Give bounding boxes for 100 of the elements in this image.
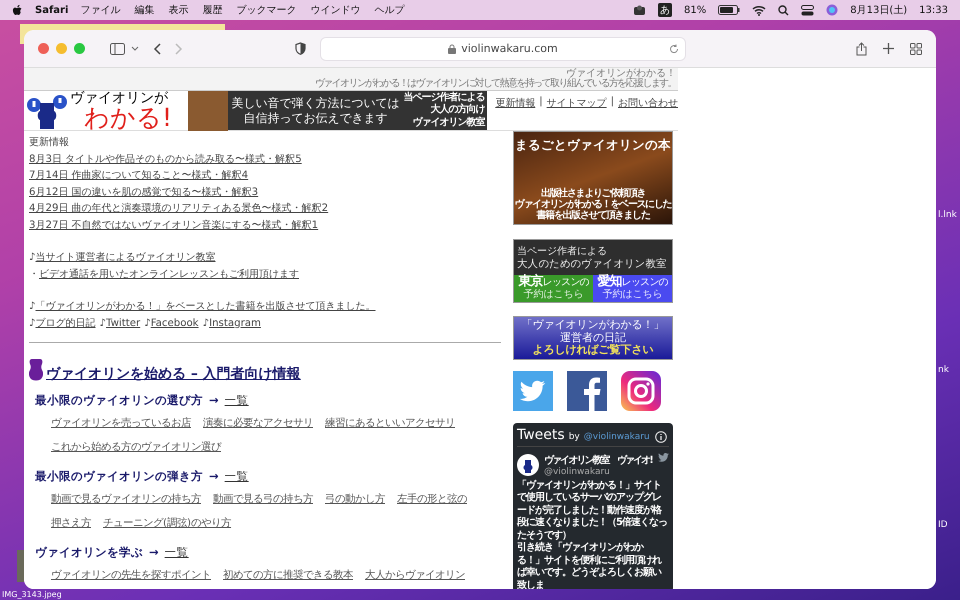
bullet-mark: ♪ xyxy=(29,301,36,312)
header-link[interactable]: サイトマップ xyxy=(546,96,607,110)
file-thumbnail[interactable] xyxy=(17,550,24,582)
header-link[interactable]: お問い合わせ xyxy=(618,96,678,110)
book-caption: ヴァイオリンがわかる！をベースにした xyxy=(514,199,672,210)
notice-link[interactable]: 「ヴァイオリンがわかる！」をベースとした書籍を出版させて頂きました。 xyxy=(36,301,376,312)
notice-link[interactable]: Facebook xyxy=(150,318,199,328)
article-link[interactable]: 押さえ方 xyxy=(51,511,91,535)
close-button[interactable] xyxy=(38,43,49,54)
handle-link[interactable]: @violinwakaru xyxy=(584,432,650,442)
update-link[interactable]: 8月3日 タイトルや作品そのものから読み取る〜様式・解釈5 xyxy=(29,152,501,168)
update-link[interactable]: 6月12日 国の違いを肌の感覚で知る〜様式・解釈3 xyxy=(29,184,501,201)
tweet-text: 「ヴァイオリンがわかる！」サイトで使用しているサーバのアップグレードが完了しました！動作速度が格段に速くなりました！（5倍速くなったそうです） xyxy=(517,480,668,542)
desktop-icon-label[interactable]: l.lnk xyxy=(938,210,957,220)
diary-banner-text: よろしければご覧下さい xyxy=(532,344,654,356)
article-link[interactable]: 左手の形と弦の xyxy=(397,487,467,511)
lesson-heading-text: 当ページ作者による xyxy=(517,246,608,258)
book-title: まるごとヴァイオリンの本 xyxy=(515,137,671,154)
article-link[interactable]: ヴァイオリンの先生を探すポイント xyxy=(51,563,211,587)
update-link[interactable]: 4月29日 曲の年代と演奏環境のリアリティある景色〜様式・解釈2 xyxy=(29,201,501,218)
article-link[interactable]: これから始める方のヴァイオリン選び xyxy=(51,435,221,459)
lesson-booking-button[interactable]: 愛知レッスンの 予約はこちら xyxy=(593,275,672,302)
subsection-title: 最小限のヴァイオリンの選び方 xyxy=(35,393,203,408)
back-icon[interactable] xyxy=(153,42,161,54)
tweet-text: 引き続き「ヴァイオリンがわかる！」サイトを便利にご利用頂ければ幸いです。どうぞよろしくお願い致しま xyxy=(517,542,662,589)
list-link[interactable]: 一覧 xyxy=(164,545,189,560)
twitter-icon[interactable] xyxy=(513,370,553,410)
bird-icon xyxy=(658,452,669,462)
input-mode-indicator[interactable]: あ xyxy=(658,3,672,17)
menu-item[interactable]: ブックマーク xyxy=(236,3,296,17)
article-link[interactable]: 演奏に必要なアクセサリ xyxy=(203,411,313,435)
menu-item[interactable]: 履歴 xyxy=(202,3,222,17)
reload-icon[interactable] xyxy=(669,44,679,54)
app-menu[interactable]: Safari xyxy=(35,4,68,16)
lock-icon xyxy=(448,44,456,54)
list-link[interactable]: 一覧 xyxy=(224,393,249,408)
desktop-icon-label[interactable]: ID xyxy=(938,520,948,530)
menu-item[interactable]: ヘルプ xyxy=(374,3,404,17)
article-link[interactable]: 初めての方に推奨できる教本 xyxy=(223,563,353,587)
update-link[interactable]: 7月14日 作曲家について知ること〜様式・解釈4 xyxy=(29,168,501,184)
bullet-mark: ・ xyxy=(29,268,39,280)
notice-link[interactable]: 当サイト運営者によるヴァイオリン教室 xyxy=(36,252,216,263)
lesson-booking-button[interactable]: 東京レッスンの 予約はこちら xyxy=(514,275,593,302)
desktop-icon-label[interactable]: nk xyxy=(938,365,949,375)
photo-placeholder xyxy=(188,90,228,130)
app-status-icon[interactable] xyxy=(633,4,646,16)
notice-link[interactable]: Twitter xyxy=(106,318,140,328)
bullet-mark: ♪ xyxy=(144,318,151,328)
avatar-icon xyxy=(517,454,539,476)
list-link[interactable]: 一覧 xyxy=(224,469,249,484)
new-tab-icon[interactable] xyxy=(883,43,894,54)
menu-item[interactable]: ウインドウ xyxy=(310,3,360,17)
info-icon[interactable] xyxy=(655,430,667,442)
article-link[interactable]: 練習にあるといいアクセサリ xyxy=(325,411,455,435)
battery-icon[interactable] xyxy=(718,5,740,15)
article-link[interactable]: ヴァイオリンを売っているお店 xyxy=(51,411,191,435)
menu-item[interactable]: 編集 xyxy=(134,3,154,17)
shield-icon[interactable] xyxy=(295,42,306,55)
tweet-author: ヴァイオリン教室 ヴァイオ! xyxy=(544,453,652,466)
widget-byline: by xyxy=(568,432,580,442)
book-banner[interactable]: まるごとヴァイオリンの本 出版社さまよりご依頼頂き ヴァイオリンがわかる！をベースにした 書籍を出版させて頂きました xyxy=(513,131,673,225)
instagram-icon[interactable] xyxy=(621,370,661,410)
notice-link[interactable]: ビデオ通話を用いたオンラインレッスンもご利用頂けます xyxy=(39,268,299,280)
widget-title: Tweets xyxy=(517,426,565,442)
banner-caption: 大人の方向け xyxy=(430,104,484,116)
chevron-down-icon[interactable] xyxy=(131,46,139,52)
sidebar-icon[interactable] xyxy=(110,42,125,54)
article-link[interactable]: 大人からヴァイオリン xyxy=(365,563,465,587)
search-icon[interactable] xyxy=(778,4,790,16)
arrow-mark: → xyxy=(149,545,159,559)
tab-overview-icon[interactable] xyxy=(910,42,922,54)
diary-banner-text: 「ヴァイオリンがわかる！」 xyxy=(522,319,664,332)
tweet-handle: @violinwakaru xyxy=(544,466,611,476)
facebook-icon[interactable] xyxy=(567,370,607,410)
desktop-file-label[interactable]: IMG_3143.jpeg xyxy=(2,590,62,600)
share-icon[interactable] xyxy=(856,42,867,56)
section-title-link[interactable]: ヴァイオリンを始める – 入門者向け情報 xyxy=(46,365,301,383)
wifi-icon[interactable] xyxy=(752,4,766,16)
address-bar[interactable]: violinwakaru.com xyxy=(320,36,686,60)
notice-link[interactable]: Instagram xyxy=(209,318,261,328)
bullet-mark: ♪ xyxy=(202,318,210,328)
book-caption: 書籍を出版させて頂きました xyxy=(536,210,650,221)
apple-icon[interactable] xyxy=(12,4,23,16)
article-link[interactable]: 弓の動かし方 xyxy=(325,487,385,511)
header-link[interactable]: 更新情報 xyxy=(495,96,536,110)
siri-icon[interactable] xyxy=(826,4,838,16)
menu-item[interactable]: 表示 xyxy=(168,3,188,17)
link-separator: | xyxy=(539,96,543,107)
article-link[interactable]: 動画で見る弓の持ち方 xyxy=(213,487,313,511)
article-link[interactable]: 動画で見るヴァイオリンの持ち方 xyxy=(51,487,201,511)
lesson-heading-text: 大人のためのヴァイオリン教室 xyxy=(517,258,668,270)
bullet-mark: ♪ xyxy=(29,318,36,328)
battery-percent: 81% xyxy=(684,4,706,16)
control-center-icon[interactable] xyxy=(801,4,814,16)
article-link[interactable]: チューニング(調弦)のやり方 xyxy=(103,511,232,535)
notice-link[interactable]: ブログ的日記 xyxy=(36,318,96,328)
menu-item[interactable]: ファイル xyxy=(80,3,120,17)
diary-banner[interactable]: 「ヴァイオリンがわかる！」 運営者の日記 よろしければご覧下さい xyxy=(513,316,673,360)
arrow-mark: → xyxy=(209,469,219,483)
update-link[interactable]: 3月27日 不自然ではないヴァイオリン音楽にする〜様式・解釈1 xyxy=(29,218,501,234)
